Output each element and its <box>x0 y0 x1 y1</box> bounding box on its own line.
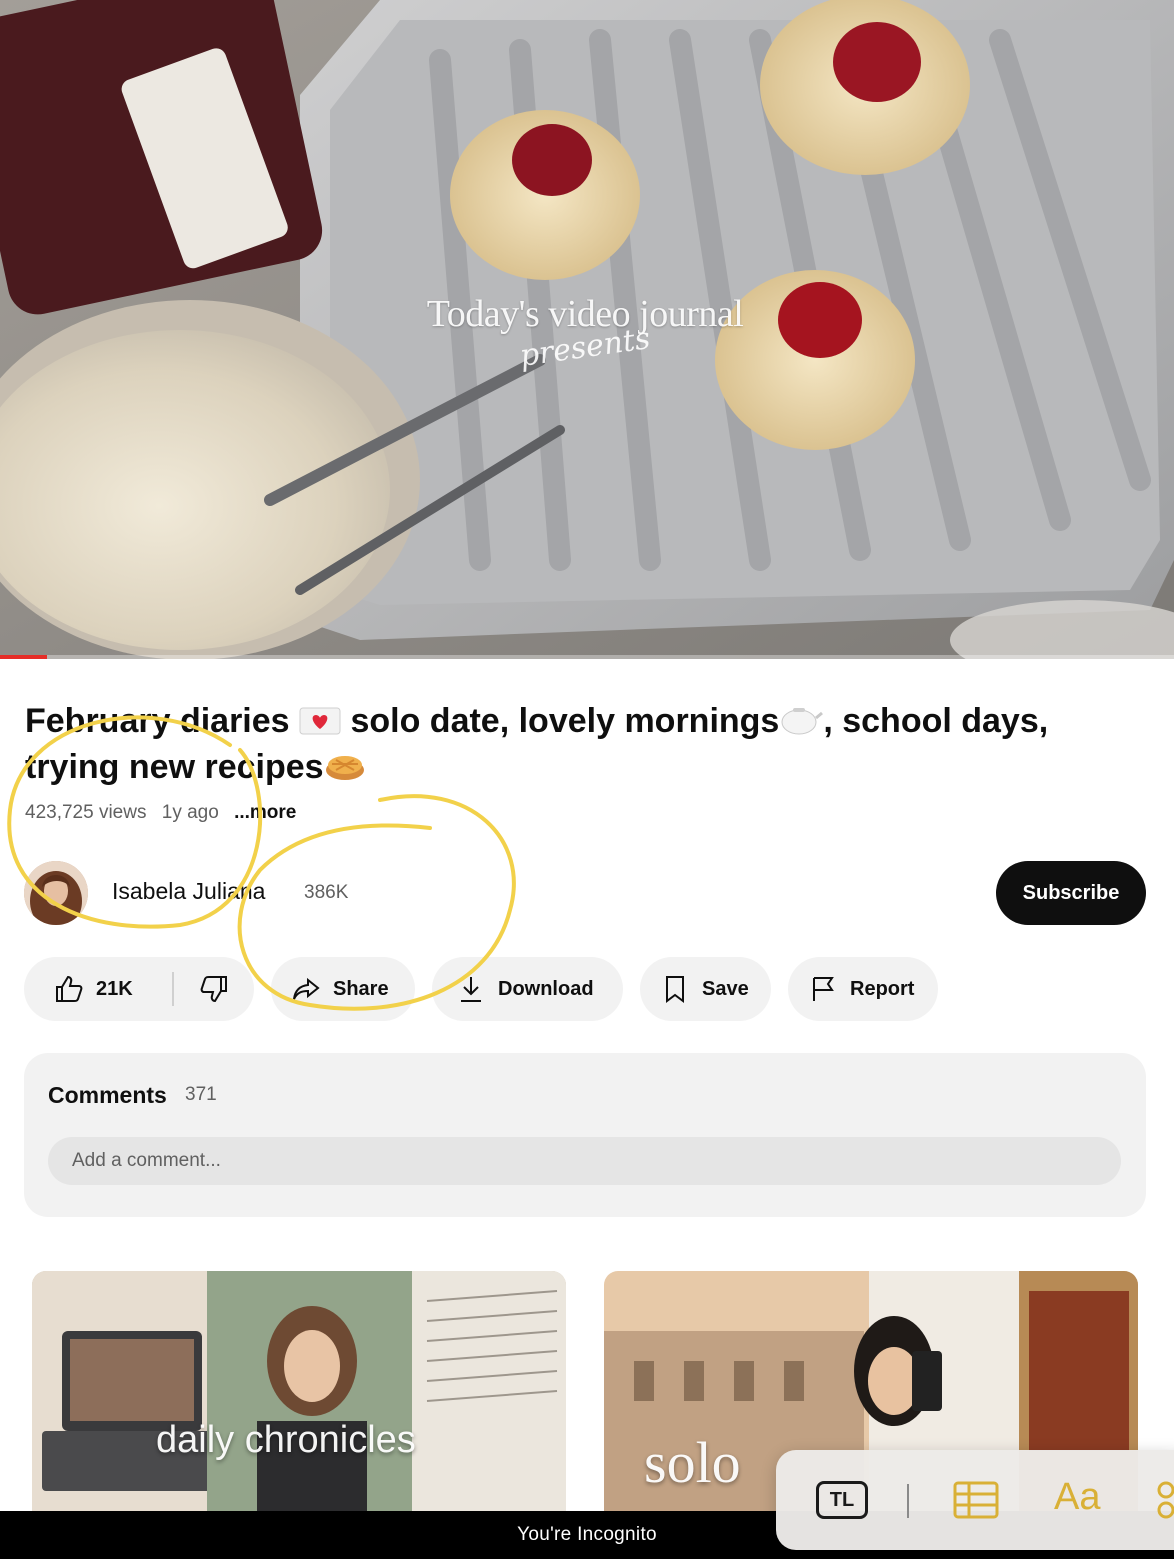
thumbnail-image <box>32 1271 566 1511</box>
video-title-part2: solo date, lovely mornings <box>350 702 780 740</box>
upload-age: 1y ago <box>161 802 219 823</box>
thumbnail-title-text: solo <box>644 1430 741 1495</box>
checklist-icon[interactable] <box>1156 1480 1174 1525</box>
share-button[interactable]: Share <box>271 957 415 1021</box>
text-size-button[interactable]: Aa <box>1054 1476 1100 1519</box>
download-icon <box>456 974 486 1004</box>
video-title-part1: February diaries <box>25 702 290 740</box>
translate-button[interactable]: TL <box>816 1481 868 1519</box>
subscriber-count: 386K <box>304 882 349 903</box>
comments-count: 371 <box>185 1084 217 1105</box>
like-button[interactable]: 21K <box>24 957 172 1021</box>
view-count: 423,725 views <box>25 802 147 823</box>
channel-avatar[interactable] <box>24 861 88 925</box>
like-count: 21K <box>96 977 133 1000</box>
save-label: Save <box>702 977 749 1000</box>
more-link[interactable]: ...more <box>234 802 296 823</box>
flag-icon <box>808 974 838 1004</box>
bookmark-icon <box>660 974 690 1004</box>
download-button[interactable]: Download <box>432 957 623 1021</box>
reader-toolbar: TL Aa <box>776 1450 1174 1550</box>
save-button[interactable]: Save <box>640 957 771 1021</box>
add-comment-input[interactable]: Add a comment... <box>48 1137 1121 1185</box>
table-icon[interactable] <box>953 1481 999 1524</box>
video-player[interactable]: Today's video journal presents <box>0 0 1174 659</box>
video-progress-bar[interactable] <box>0 655 1174 659</box>
video-meta: 423,725 views 1y ago ...more <box>25 802 306 824</box>
comments-title: Comments <box>48 1082 167 1108</box>
pie-icon <box>324 750 366 792</box>
channel-name[interactable]: Isabela Juliana <box>112 878 265 905</box>
recommended-video-thumbnail[interactable]: daily chronicles <box>32 1271 566 1511</box>
share-arrow-icon <box>291 974 321 1004</box>
dislike-button[interactable] <box>174 957 254 1021</box>
thumbs-up-icon <box>54 974 84 1004</box>
subscribe-button[interactable]: Subscribe <box>996 861 1146 925</box>
thumbnail-title-text: daily chronicles <box>156 1419 416 1461</box>
report-button[interactable]: Report <box>788 957 938 1021</box>
download-label: Download <box>498 977 594 1000</box>
teapot-icon <box>779 702 824 746</box>
toolbar-divider <box>907 1484 909 1518</box>
incognito-label: You're Incognito <box>517 1524 657 1545</box>
like-dislike-group: 21K <box>24 957 254 1021</box>
video-progress-fill <box>0 655 47 659</box>
thumbs-down-icon <box>199 974 229 1004</box>
comments-section[interactable]: Comments 371 Add a comment... <box>24 1053 1146 1217</box>
video-title: February diaries solo date, lovely morni… <box>25 700 1145 792</box>
report-label: Report <box>850 977 915 1000</box>
love-letter-icon <box>299 704 341 746</box>
share-label: Share <box>333 977 389 1000</box>
